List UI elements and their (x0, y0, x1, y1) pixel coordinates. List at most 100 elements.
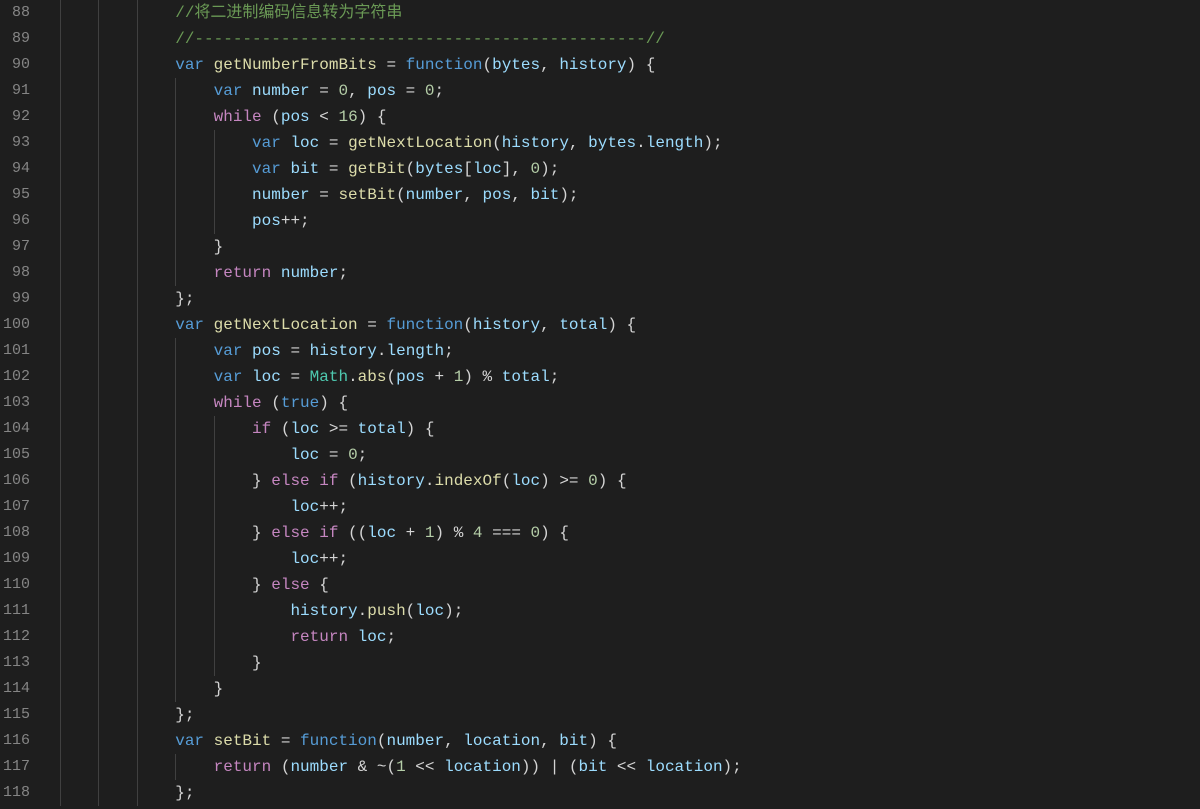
code-line[interactable]: var getNumberFromBits = function(bytes, … (48, 52, 1200, 78)
code-line[interactable]: while (true) { (48, 390, 1200, 416)
indent-guide (175, 520, 176, 546)
code-line[interactable]: //--------------------------------------… (48, 26, 1200, 52)
indent-guide (60, 260, 61, 286)
code-line[interactable]: } (48, 234, 1200, 260)
code-token: , (348, 82, 367, 100)
line-number: 112 (0, 624, 30, 650)
code-line[interactable]: while (pos < 16) { (48, 104, 1200, 130)
code-line[interactable]: if (loc >= total) { (48, 416, 1200, 442)
code-token: } (252, 654, 262, 672)
indent-guide (98, 0, 99, 26)
code-token: ++; (319, 498, 348, 516)
indent-guide (175, 416, 176, 442)
indent (60, 4, 175, 22)
indent-guide (60, 156, 61, 182)
code-line[interactable]: var bit = getBit(bytes[loc], 0); (48, 156, 1200, 182)
code-line[interactable]: }; (48, 702, 1200, 728)
indent-guide (98, 442, 99, 468)
line-number: 110 (0, 572, 30, 598)
code-line[interactable]: return number; (48, 260, 1200, 286)
code-line[interactable]: }; (48, 780, 1200, 806)
code-token: getNumberFromBits (214, 56, 377, 74)
code-token: getNextLocation (348, 134, 492, 152)
code-token: = (358, 316, 387, 334)
code-token: pos (252, 212, 281, 230)
indent-guide (175, 468, 176, 494)
line-number: 99 (0, 286, 30, 312)
indent-guide (214, 624, 215, 650)
code-token: history (502, 134, 569, 152)
code-token: . (358, 602, 368, 620)
indent-guide (60, 520, 61, 546)
code-line[interactable]: loc++; (48, 494, 1200, 520)
line-number: 92 (0, 104, 30, 130)
code-token: pos (396, 368, 425, 386)
code-line[interactable]: return (number & ~(1 << location)) | (bi… (48, 754, 1200, 780)
code-line[interactable]: var getNextLocation = function(history, … (48, 312, 1200, 338)
code-token: var (175, 316, 213, 334)
code-token: < (310, 108, 339, 126)
code-area[interactable]: //将二进制编码信息转为字符串 //----------------------… (48, 0, 1200, 809)
code-line[interactable]: var number = 0, pos = 0; (48, 78, 1200, 104)
indent-guide (214, 208, 215, 234)
indent-guide (175, 156, 176, 182)
code-token: [ (463, 160, 473, 178)
code-line[interactable]: pos++; (48, 208, 1200, 234)
indent-guide (175, 598, 176, 624)
code-line[interactable]: var setBit = function(number, location, … (48, 728, 1200, 754)
code-token: 1 (396, 758, 406, 776)
code-line[interactable]: history.push(loc); (48, 598, 1200, 624)
code-line[interactable]: } else if (history.indexOf(loc) >= 0) { (48, 468, 1200, 494)
code-token: number (406, 186, 464, 204)
indent (60, 576, 252, 594)
code-token: ) { (598, 472, 627, 490)
code-line[interactable]: } else if ((loc + 1) % 4 === 0) { (48, 520, 1200, 546)
code-token: , (540, 316, 559, 334)
code-line[interactable]: }; (48, 286, 1200, 312)
code-line[interactable]: return loc; (48, 624, 1200, 650)
indent (60, 56, 175, 74)
indent-guide (137, 468, 138, 494)
line-number: 102 (0, 364, 30, 390)
code-line[interactable]: var loc = Math.abs(pos + 1) % total; (48, 364, 1200, 390)
indent-guide (214, 546, 215, 572)
code-token: function (406, 56, 483, 74)
code-line[interactable]: loc = 0; (48, 442, 1200, 468)
code-line[interactable]: } else { (48, 572, 1200, 598)
code-line[interactable]: number = setBit(number, pos, bit); (48, 182, 1200, 208)
indent-guide (137, 702, 138, 728)
line-number: 88 (0, 0, 30, 26)
indent-guide (137, 0, 138, 26)
indent-guide (137, 754, 138, 780)
code-token: getNextLocation (214, 316, 358, 334)
code-line[interactable]: var pos = history.length; (48, 338, 1200, 364)
indent-guide (175, 234, 176, 260)
code-token: 0 (425, 82, 435, 100)
indent-guide (137, 494, 138, 520)
indent (60, 160, 252, 178)
code-token: ; (435, 82, 445, 100)
code-token: bit (531, 186, 560, 204)
code-line[interactable]: } (48, 650, 1200, 676)
line-number: 115 (0, 702, 30, 728)
indent-guide (60, 390, 61, 416)
indent-guide (175, 260, 176, 286)
code-token: var (252, 134, 290, 152)
code-token: ; (338, 264, 348, 282)
indent-guide (98, 780, 99, 806)
code-line[interactable]: } (48, 676, 1200, 702)
code-token: true (281, 394, 319, 412)
indent-guide (60, 546, 61, 572)
code-line[interactable]: var loc = getNextLocation(history, bytes… (48, 130, 1200, 156)
indent-guide (214, 156, 215, 182)
code-token: loc (415, 602, 444, 620)
code-line[interactable]: loc++; (48, 546, 1200, 572)
code-token: , (511, 186, 530, 204)
indent-guide (60, 182, 61, 208)
indent-guide (98, 572, 99, 598)
code-token: number (290, 758, 348, 776)
code-token: history (290, 602, 357, 620)
code-line[interactable]: //将二进制编码信息转为字符串 (48, 0, 1200, 26)
indent-guide (60, 416, 61, 442)
code-editor[interactable]: 8889909192939495969798991001011021031041… (0, 0, 1200, 809)
